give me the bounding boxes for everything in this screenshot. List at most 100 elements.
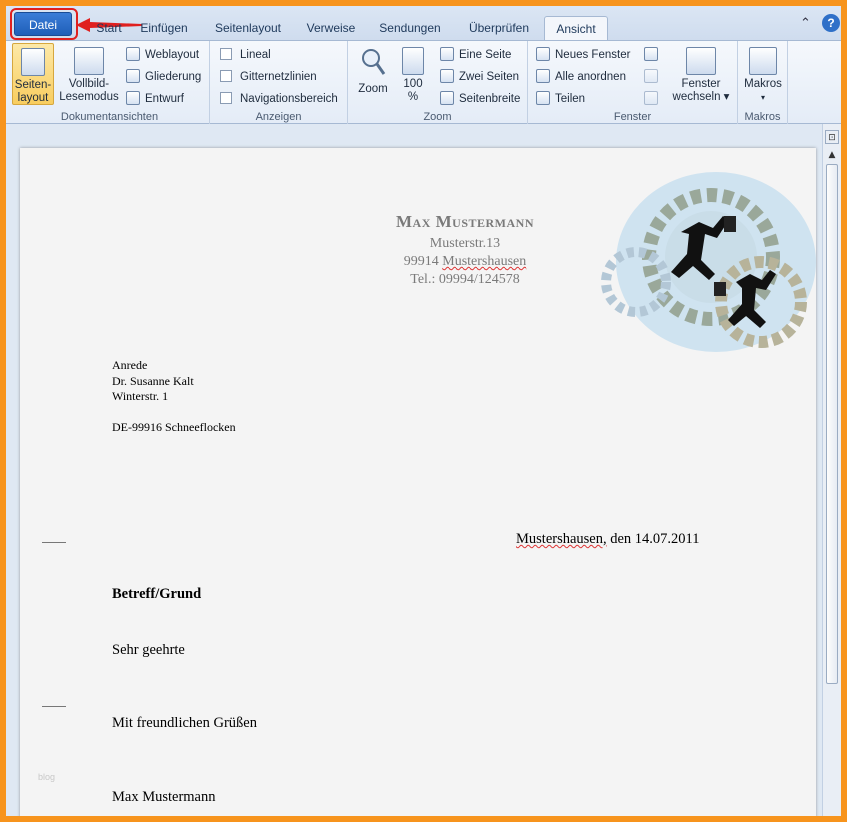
recipient-line-5: DE-99916 Schneeflocken [112, 420, 236, 434]
makros-dropdown-icon: ▾ [760, 93, 765, 102]
lineal-label: Lineal [240, 49, 271, 61]
ribbon-tabs: Datei Start Einfügen Seitenlayout Verwei… [6, 6, 841, 40]
draft-icon [126, 91, 140, 105]
scroll-up-icon[interactable]: ▲ [825, 148, 839, 162]
tab-ueberpruefen[interactable]: Überprüfen [460, 16, 538, 40]
page-100-icon [402, 47, 424, 75]
makros-button[interactable]: Makros ▾ [742, 47, 784, 104]
salutation: Sehr geehrte [112, 642, 185, 658]
minimize-ribbon-icon[interactable]: ⌃ [800, 16, 811, 31]
navigationsbereich-checkbox[interactable]: Navigationsbereich [220, 89, 338, 109]
group-label-makros: Makros [744, 111, 781, 123]
sender-name: Max Mustermann [395, 212, 534, 231]
fold-mark-1 [42, 542, 66, 543]
recipient-line-1: Anrede [112, 358, 148, 372]
alle-anordnen-label: Alle anordnen [555, 71, 626, 83]
seitenlayout-label-2: layout [17, 92, 49, 104]
group-dokumentansichten: Seiten- layout Vollbild- Lesemodus Webla… [10, 41, 210, 125]
book-icon [74, 47, 104, 75]
tab-seitenlayout[interactable]: Seitenlayout [206, 16, 290, 40]
side-by-side-icon [644, 47, 658, 61]
vollbild-label-2: Lesemodus [59, 91, 119, 103]
tab-ansicht[interactable]: Ansicht [544, 16, 608, 40]
recipient-line-3: Winterstr. 1 [112, 389, 169, 403]
lineal-check[interactable] [220, 48, 232, 60]
ribbon: Seiten- layout Vollbild- Lesemodus Webla… [6, 40, 841, 125]
sync-scroll-button[interactable] [644, 67, 663, 87]
word-window: Datei Start Einfügen Seitenlayout Verwei… [4, 4, 843, 818]
gitternetzlinien-checkbox[interactable]: Gitternetzlinien [220, 67, 317, 87]
web-layout-icon [126, 47, 140, 61]
group-anzeigen: Lineal Gitternetzlinien Navigationsberei… [210, 41, 348, 125]
tab-start[interactable]: Start [84, 16, 134, 40]
group-label-dokumentansichten: Dokumentansichten [60, 111, 159, 123]
zoom-100-button[interactable]: 100 % [396, 47, 430, 104]
fold-mark-2 [42, 706, 66, 707]
arrange-all-icon [536, 69, 550, 83]
group-fenster: Neues Fenster Alle anordnen Teilen Fenst… [528, 41, 738, 125]
entwurf-button[interactable]: Entwurf [126, 89, 184, 109]
sender-zip-city: 99914 Mustershausen [320, 254, 610, 270]
fenster-wechseln-label-2: wechseln ▾ [672, 91, 730, 103]
reset-window-button[interactable] [644, 89, 663, 109]
makros-label: Makros [744, 78, 782, 90]
sender-street: Musterstr.13 [429, 236, 501, 251]
weblayout-button[interactable]: Weblayout [126, 45, 199, 65]
seitenlayout-button[interactable]: Seiten- layout [12, 43, 54, 105]
eine-seite-label: Eine Seite [459, 49, 512, 61]
navigationsbereich-check[interactable] [220, 92, 232, 104]
tab-sendungen[interactable]: Sendungen [372, 16, 448, 40]
tab-einfuegen[interactable]: Einfügen [134, 16, 194, 40]
vollbild-lesemodus-button[interactable]: Vollbild- Lesemodus [58, 47, 120, 104]
sender-zip: 99914 [403, 254, 439, 269]
signature: Max Mustermann [112, 789, 216, 805]
alle-anordnen-button[interactable]: Alle anordnen [536, 67, 626, 87]
neues-fenster-button[interactable]: Neues Fenster [536, 45, 630, 65]
scrollbar-thumb[interactable] [826, 164, 838, 684]
page-layout-icon [21, 48, 45, 76]
zwei-seiten-label: Zwei Seiten [459, 71, 520, 83]
gitternetzlinien-check[interactable] [220, 70, 232, 82]
lineal-checkbox[interactable]: Lineal [220, 45, 271, 65]
watermark: blog [38, 772, 56, 782]
fenster-wechseln-label-1: Fenster [681, 78, 721, 90]
help-icon[interactable]: ? [822, 14, 840, 32]
subject-line: Betreff/Grund [112, 586, 202, 602]
sender-city: Mustershausen [442, 254, 527, 269]
zoom-label: Zoom [358, 83, 388, 95]
document-page[interactable]: Max Mustermann Musterstr.13 99914 Muster… [20, 148, 816, 816]
navigationsbereich-label: Navigationsbereich [240, 93, 338, 105]
fenster-wechseln-button[interactable]: Fenster wechseln ▾ [670, 47, 732, 104]
zwei-seiten-button[interactable]: Zwei Seiten [440, 67, 519, 87]
seitenbreite-button[interactable]: Seitenbreite [440, 89, 520, 109]
page-width-icon [440, 91, 454, 105]
vertical-scrollbar[interactable]: ⊡ ▲ [822, 124, 841, 816]
zoom-100-label-2: % [407, 91, 419, 103]
document-area: Max Mustermann Musterstr.13 99914 Muster… [6, 124, 822, 816]
teilen-button[interactable]: Teilen [536, 89, 585, 109]
zoom-100-label-1: 100 [403, 78, 423, 90]
magnifier-icon [362, 49, 386, 75]
sender-phone: Tel.: 09994/124578 [410, 272, 520, 287]
file-tab-highlight [10, 8, 78, 40]
date-place: Mustershausen, [516, 531, 607, 547]
group-makros: Makros ▾ Makros [738, 41, 788, 125]
outline-icon [126, 69, 140, 83]
two-pages-icon [440, 69, 454, 83]
group-label-fenster: Fenster [613, 111, 652, 123]
sync-scroll-icon [644, 69, 658, 83]
switch-windows-icon [686, 47, 716, 75]
teilen-label: Teilen [555, 93, 586, 105]
ruler-toggle-icon[interactable]: ⊡ [825, 130, 839, 144]
gliederung-button[interactable]: Gliederung [126, 67, 201, 87]
reset-window-icon [644, 91, 658, 105]
zoom-button[interactable]: Zoom [354, 47, 392, 96]
neues-fenster-label: Neues Fenster [555, 49, 631, 61]
new-window-icon [536, 47, 550, 61]
date-line: Mustershausen, den 14.07.2011 [516, 531, 700, 548]
side-by-side-button[interactable] [644, 45, 663, 65]
recipient-line-2: Dr. Susanne Kalt [112, 374, 194, 388]
closing: Mit freundlichen Grüßen [112, 715, 257, 731]
tab-verweise[interactable]: Verweise [300, 16, 362, 40]
eine-seite-button[interactable]: Eine Seite [440, 45, 511, 65]
